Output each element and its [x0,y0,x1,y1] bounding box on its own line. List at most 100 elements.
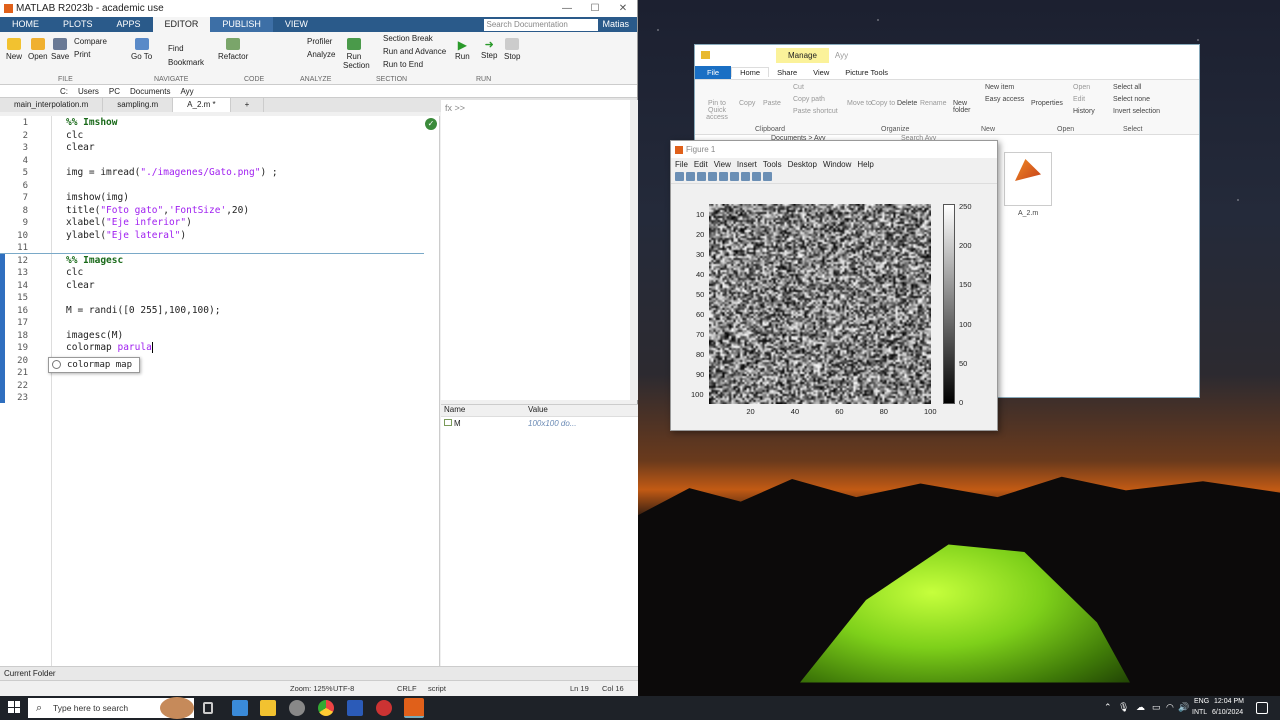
edit-button[interactable]: Edit [1073,96,1085,103]
autocomplete-suggestion[interactable]: colormap map [48,357,140,373]
open-button[interactable]: Open [28,38,48,61]
rename-button[interactable]: Rename [920,100,946,107]
figure-menu-tools[interactable]: Tools [763,160,782,169]
code-editor[interactable]: 1 2 3 4 5 6 7 8 9 10 11 12 13 14 15 16 17 18 19 20 21 22 23 %%… [0,116,440,666]
figure-menu-insert[interactable]: Insert [737,160,757,169]
chrome-icon[interactable] [318,700,334,716]
minimize-button[interactable]: — [553,3,581,14]
maximize-button[interactable]: ☐ [581,3,609,14]
command-window[interactable]: fx >> [441,100,638,400]
search-documentation-input[interactable]: Search Documentation [484,19,598,31]
notifications-icon[interactable] [1256,702,1268,714]
analyze-button[interactable]: Analyze [307,50,335,59]
language-indicator[interactable]: ENG [1194,698,1209,705]
new-folder-button[interactable]: New folder [953,100,977,114]
compare-button[interactable]: Compare [74,37,107,46]
run-advance-button[interactable]: Run and Advance [383,47,446,56]
workspace-header-name[interactable]: Name [441,405,525,416]
paste-button[interactable]: Paste [763,100,781,107]
select-none-button[interactable]: Select none [1113,96,1150,103]
select-all-button[interactable]: Select all [1113,84,1141,91]
tab-apps[interactable]: APPS [105,17,153,32]
path-part[interactable]: Ayy [180,87,193,96]
copy-path-button[interactable]: Copy path [793,96,825,103]
pointer-icon[interactable] [752,172,761,181]
property-editor-icon[interactable] [741,172,750,181]
save-icon[interactable] [697,172,706,181]
link-icon[interactable] [719,172,728,181]
file-explorer-icon[interactable] [260,700,276,716]
app-icon[interactable] [376,700,392,716]
pin-button[interactable]: Pin to Quick access [699,100,735,121]
word-icon[interactable] [347,700,363,716]
run-button[interactable]: ▶ Run [455,38,470,61]
user-menu[interactable]: Matias [602,17,637,32]
figure-menu-desktop[interactable]: Desktop [788,160,817,169]
delete-button[interactable]: Delete [897,100,917,107]
figure-menu-window[interactable]: Window [823,160,851,169]
settings-icon[interactable] [289,700,305,716]
bookmark-button[interactable]: Bookmark [168,58,204,67]
mail-icon[interactable] [232,700,248,716]
refactor-button[interactable]: Refactor [218,38,248,61]
explorer-menu-home[interactable]: Home [731,67,769,77]
tab-home[interactable]: HOME [0,17,51,32]
run-to-end-button[interactable]: Run to End [383,60,423,69]
current-folder-tab[interactable]: Current Folder [0,666,638,680]
tab-editor[interactable]: EDITOR [153,17,211,32]
matlab-file-icon[interactable] [1004,152,1052,206]
microphone-icon[interactable]: 🎙 [1118,702,1129,713]
command-scrollbar[interactable] [630,100,638,400]
new-button[interactable]: New [6,38,22,61]
explorer-menu-share[interactable]: Share [769,68,805,77]
network-icon[interactable]: ◠ [1166,702,1174,713]
profiler-button[interactable]: Profiler [307,37,332,46]
region-indicator[interactable]: INTL [1192,709,1207,716]
run-section-button[interactable]: Run Section [343,38,365,70]
tab-publish[interactable]: PUBLISH [210,17,273,32]
tab-view[interactable]: VIEW [273,17,320,32]
open-icon[interactable] [686,172,695,181]
add-tab-button[interactable]: + [231,98,265,112]
clock-date[interactable]: 6/10/2024 [1212,709,1243,716]
tab-plots[interactable]: PLOTS [51,17,105,32]
open-button[interactable]: Open [1073,84,1090,91]
tray-arrow-icon[interactable]: ⌃ [1104,702,1112,713]
path-part[interactable]: C: [60,87,68,96]
cut-button[interactable]: Cut [793,84,804,91]
move-to-button[interactable]: Move to [847,100,872,107]
matlab-taskbar-icon[interactable] [404,698,424,718]
save-button[interactable]: Save [51,38,69,61]
stop-button[interactable]: Stop [504,38,520,61]
figure-menu-edit[interactable]: Edit [694,160,708,169]
image-plot[interactable] [709,204,931,404]
invert-selection-button[interactable]: Invert selection [1113,108,1160,115]
explorer-menu-picture-tools[interactable]: Picture Tools [837,68,896,77]
history-button[interactable]: History [1073,108,1095,115]
battery-icon[interactable]: ▭ [1152,702,1161,713]
properties-button[interactable]: Properties [1031,100,1063,107]
new-item-button[interactable]: New item [985,84,1014,91]
close-button[interactable]: ✕ [609,3,637,14]
paste-shortcut-button[interactable]: Paste shortcut [793,108,838,115]
goto-button[interactable]: Go To [131,38,152,61]
clock-time[interactable]: 12:04 PM [1214,698,1244,705]
print-button[interactable]: Print [74,50,90,59]
editor-tab-active[interactable]: A_2.m * [173,98,230,112]
task-view-icon[interactable] [203,702,213,714]
section-break-button[interactable]: Section Break [383,34,433,43]
step-button[interactable]: ➜ Step [481,38,497,60]
copy-button[interactable]: Copy [739,100,755,107]
new-figure-icon[interactable] [675,172,684,181]
find-button[interactable]: Find [168,44,184,53]
file-name[interactable]: A_2.m [1018,210,1038,217]
path-part[interactable]: Documents [130,87,170,96]
volume-icon[interactable]: 🔊 [1178,702,1189,713]
editor-tab[interactable]: main_interpolation.m [0,98,103,112]
workspace-row[interactable]: M 100x100 do... [441,417,638,429]
copy-to-button[interactable]: Copy to [871,100,895,107]
path-part[interactable]: Users [78,87,99,96]
figure-menu-help[interactable]: Help [857,160,873,169]
explorer-menu-file[interactable]: File [695,66,731,79]
colorbar-icon[interactable] [763,172,772,181]
